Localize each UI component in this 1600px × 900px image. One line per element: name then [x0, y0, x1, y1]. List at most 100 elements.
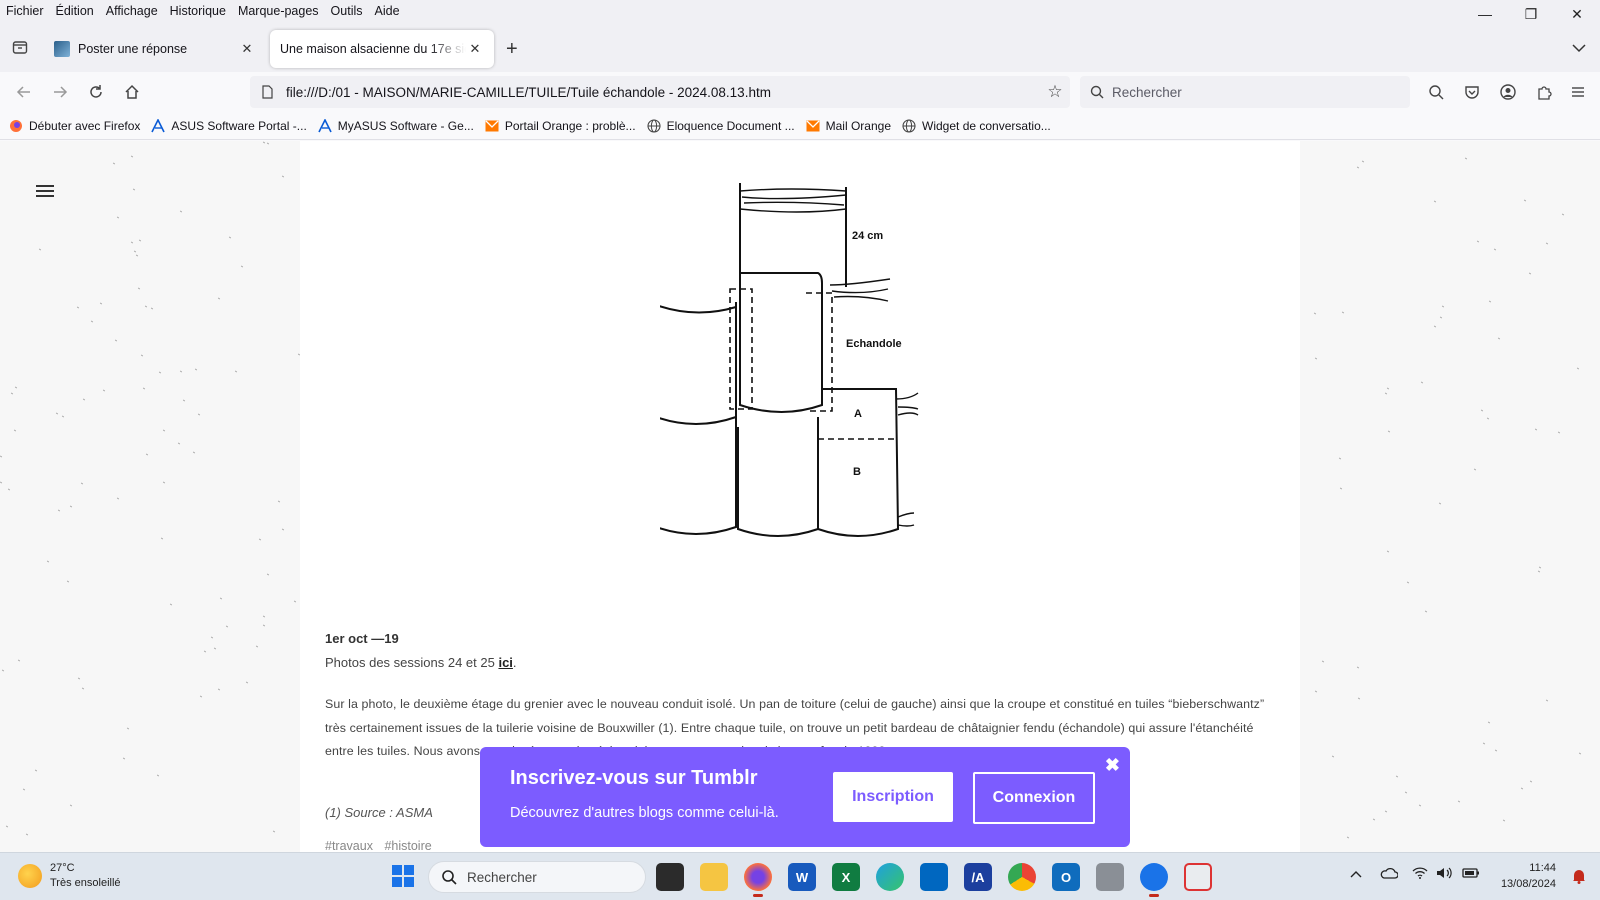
bookmark-item[interactable]: Débuter avec Firefox [8, 118, 140, 134]
outlook-icon[interactable]: O [1052, 863, 1080, 891]
bookmark-item[interactable]: Widget de conversatio... [901, 118, 1051, 134]
background-speckle [1433, 200, 1436, 203]
menu-fichier[interactable]: Fichier [0, 4, 50, 18]
background-speckle [1425, 610, 1428, 613]
shield-app-icon[interactable] [1140, 863, 1168, 897]
background-speckle [82, 398, 85, 401]
edge-icon[interactable] [876, 863, 904, 891]
account-icon[interactable] [1496, 80, 1520, 104]
login-button[interactable]: Connexion [973, 772, 1095, 824]
firefox-taskbar-icon[interactable] [744, 863, 772, 897]
taskbar-search[interactable]: Rechercher [428, 861, 646, 893]
background-speckle [99, 302, 103, 305]
tray-chevron-icon[interactable] [1350, 867, 1362, 881]
bookmark-item[interactable]: ASUS Software Portal -... [150, 118, 307, 134]
background-speckle [203, 650, 206, 653]
background-speckle [90, 320, 93, 323]
back-arrow-icon[interactable] [12, 80, 36, 104]
bookmark-label: Eloquence Document ... [666, 118, 795, 133]
windows-start-icon[interactable] [392, 865, 414, 887]
word-icon[interactable]: W [788, 863, 816, 891]
search-icon [1090, 85, 1104, 99]
background-speckle [25, 833, 29, 836]
bookmark-item[interactable]: Portail Orange : problè... [484, 118, 636, 134]
extensions-icon[interactable] [1532, 80, 1556, 104]
bookmark-item[interactable]: MyASUS Software - Ge... [317, 118, 474, 134]
photos-link[interactable]: ici [498, 655, 512, 670]
bookmark-item[interactable]: Mail Orange [805, 118, 891, 134]
zoom-search-icon[interactable] [1424, 80, 1448, 104]
tab-close-icon[interactable]: ✕ [238, 41, 256, 57]
forward-arrow-icon[interactable] [48, 80, 72, 104]
background-speckle [1313, 312, 1316, 315]
globe-icon [901, 118, 917, 134]
search-bar[interactable] [1080, 76, 1410, 108]
myasus-icon[interactable]: /A [964, 863, 992, 891]
background-speckle [263, 141, 266, 144]
url-bar[interactable]: file:///D:/01 - MAISON/MARIE-CAMILLE/TUI… [250, 76, 1070, 108]
reload-icon[interactable] [84, 80, 108, 104]
background-speckle [1520, 787, 1524, 790]
notification-bell-icon[interactable] [1572, 868, 1586, 884]
background-speckle [1321, 660, 1324, 663]
onedrive-icon[interactable] [1380, 867, 1399, 882]
background-speckle [127, 727, 130, 730]
background-speckle [1557, 431, 1561, 434]
menu-affichage[interactable]: Affichage [100, 4, 164, 18]
background-speckle [1538, 566, 1541, 569]
control-panel-icon[interactable] [1096, 863, 1124, 891]
search-input[interactable] [1112, 84, 1392, 100]
bookmark-item[interactable]: Eloquence Document ... [646, 118, 795, 134]
tag-link[interactable]: #histoire [384, 839, 431, 852]
background-speckle [1474, 468, 1477, 471]
excel-icon[interactable]: X [832, 863, 860, 891]
new-tab-button[interactable]: + [506, 38, 518, 61]
url-text[interactable]: file:///D:/01 - MAISON/MARIE-CAMILLE/TUI… [286, 85, 1040, 100]
menu-aide[interactable]: Aide [369, 4, 406, 18]
firefox-view-icon[interactable] [10, 37, 30, 57]
bookmark-label: Portail Orange : problè... [504, 118, 636, 133]
store-icon[interactable] [920, 863, 948, 891]
tab-poster-reponse[interactable]: Poster une réponse ✕ [44, 30, 266, 68]
file-explorer-icon[interactable] [700, 863, 728, 891]
tag-link[interactable]: #travaux [325, 839, 373, 852]
system-clock[interactable]: 11:44 13/08/2024 [1501, 860, 1556, 892]
background-speckle [0, 481, 3, 484]
home-icon[interactable] [120, 80, 144, 104]
menu-marque-pages[interactable]: Marque-pages [232, 4, 325, 18]
navigation-bar: file:///D:/01 - MAISON/MARIE-CAMILLE/TUI… [0, 72, 1600, 112]
background-speckle [1482, 742, 1486, 745]
signup-button[interactable]: Inscription [833, 772, 953, 822]
volume-icon[interactable] [1436, 867, 1452, 882]
menu-outils[interactable]: Outils [325, 4, 369, 18]
signup-banner: Inscrivez-vous sur Tumblr Découvrez d'au… [480, 747, 1130, 847]
battery-icon[interactable] [1462, 867, 1480, 882]
tab-list-chevron-icon[interactable] [1572, 40, 1586, 56]
menu-historique[interactable]: Historique [164, 4, 232, 18]
bookmark-star-icon[interactable]: ☆ [1040, 82, 1070, 102]
task-view-icon[interactable] [656, 863, 684, 891]
background-speckle [142, 387, 146, 390]
bookmark-label: MyASUS Software - Ge... [337, 118, 474, 133]
wifi-icon[interactable] [1412, 867, 1428, 882]
background-speckle [69, 804, 72, 807]
close-banner-icon[interactable]: ✖ [1105, 755, 1120, 776]
pocket-icon[interactable] [1460, 80, 1484, 104]
menu-edition[interactable]: Édition [50, 4, 100, 18]
tab-close-icon[interactable]: ✕ [466, 41, 484, 57]
background-speckle [214, 647, 217, 650]
chrome-icon[interactable] [1008, 863, 1036, 891]
tab-maison-alsacienne[interactable]: Une maison alsacienne du 17e siècle ✕ [270, 30, 494, 68]
app-menu-icon[interactable] [1566, 80, 1590, 104]
background-speckle [182, 399, 185, 402]
part-b-label: B [853, 466, 861, 478]
background-speckle [219, 597, 223, 600]
weather-widget[interactable]: 27°C Très ensoleillé [18, 861, 121, 891]
background-speckle [5, 825, 9, 828]
snipping-tool-icon[interactable] [1184, 863, 1212, 891]
hamburger-menu-icon[interactable] [36, 185, 54, 197]
background-speckle [294, 600, 297, 603]
search-icon [442, 870, 457, 885]
background-speckle [272, 830, 275, 833]
background-speckle [1387, 387, 1390, 390]
